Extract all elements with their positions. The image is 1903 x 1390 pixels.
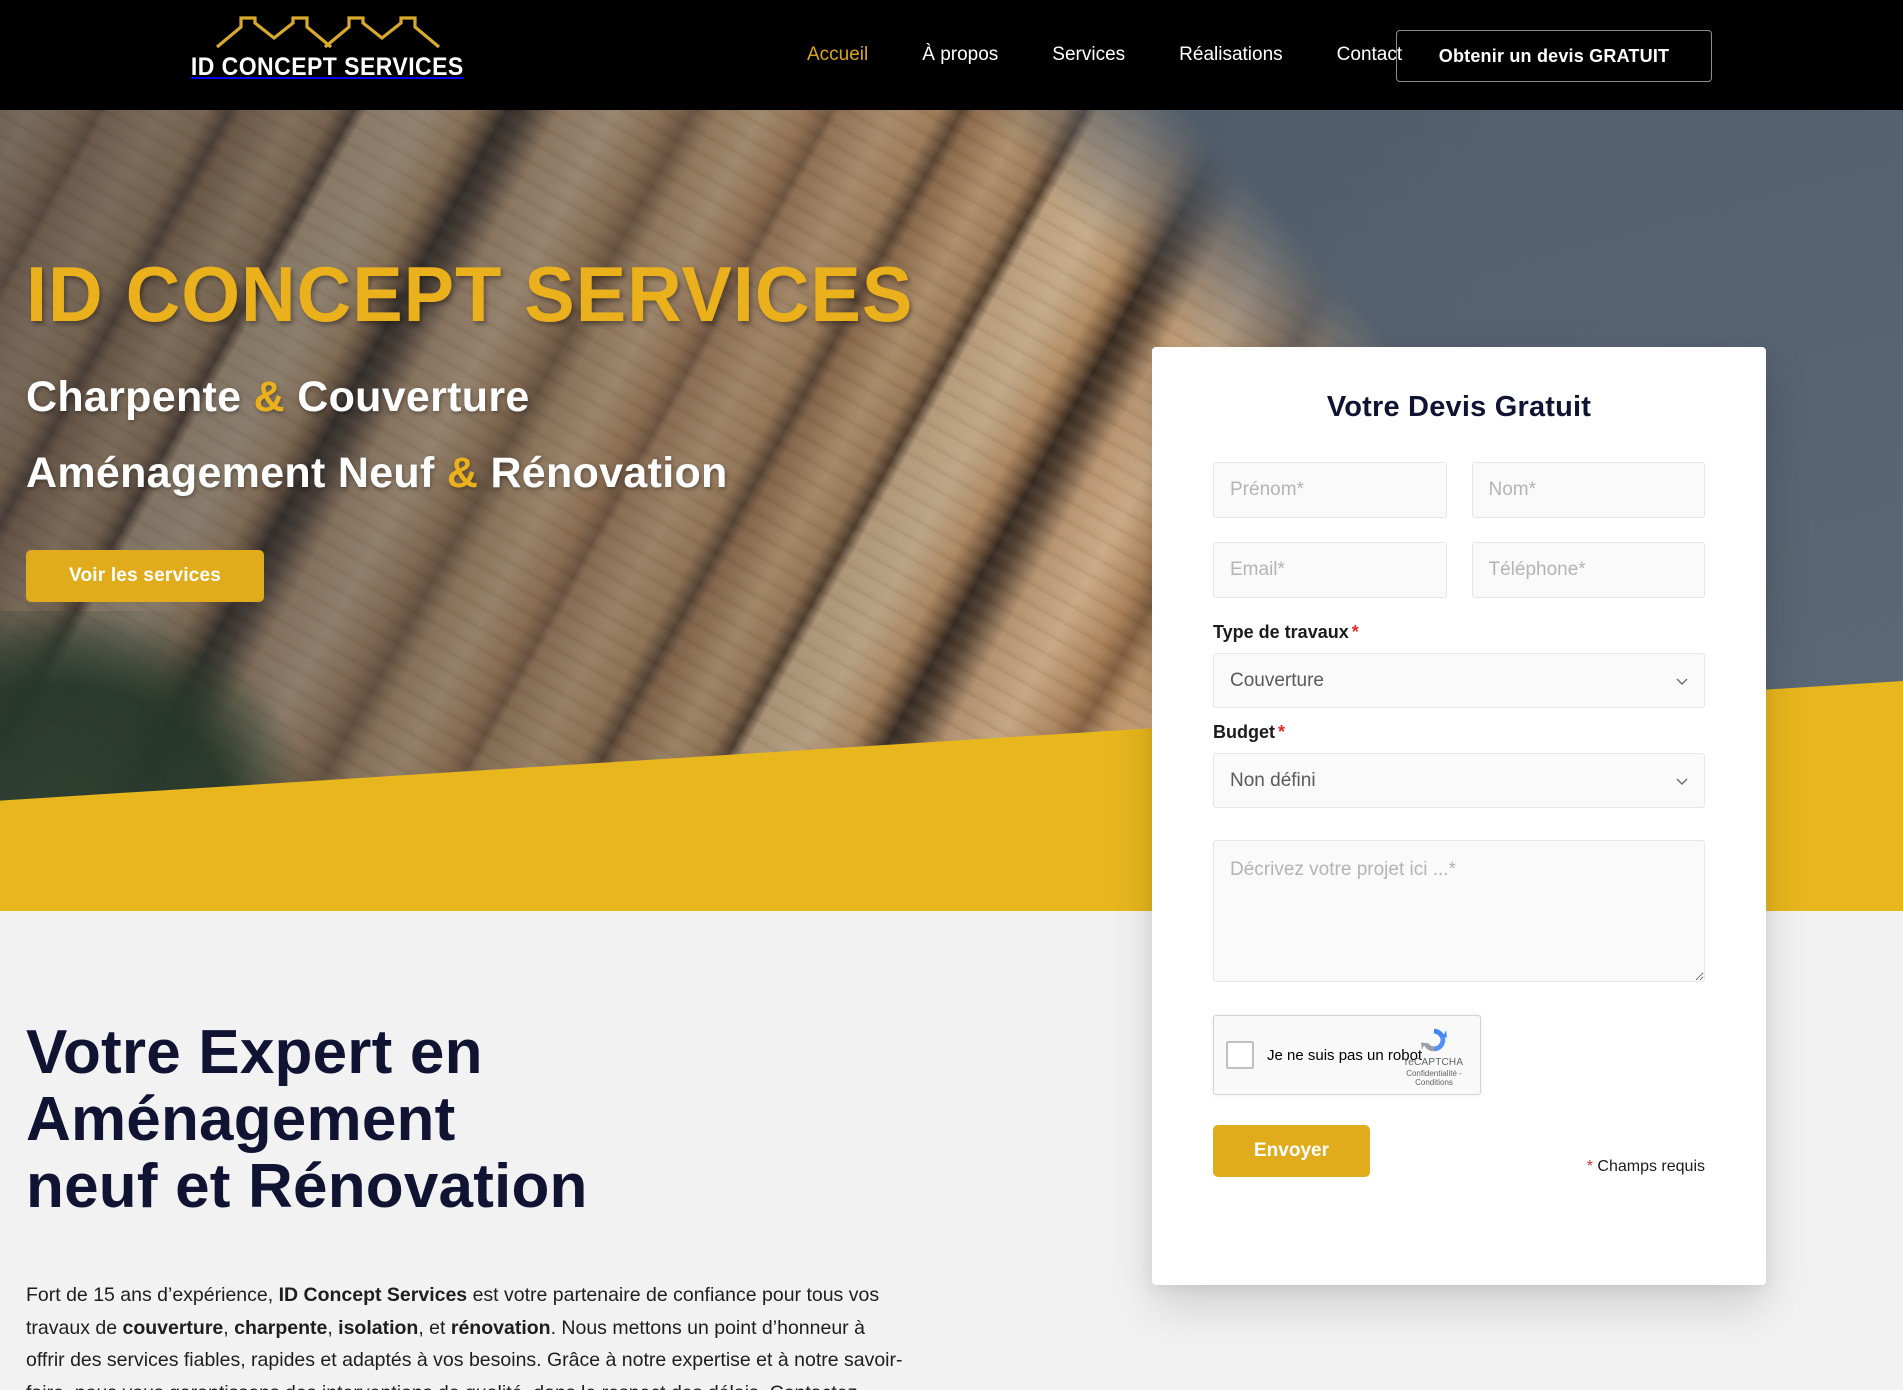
name-fields-row: [1213, 462, 1705, 518]
required-note-text: Champs requis: [1592, 1158, 1705, 1175]
submit-row: Envoyer * Champs requis: [1213, 1125, 1705, 1177]
budget-select[interactable]: Non défini: [1213, 753, 1705, 808]
about-section-title: Votre Expert en Aménagement neuf et Réno…: [26, 1018, 926, 1221]
recaptcha-branding: reCAPTCHA Confidentialité - Conditions: [1398, 1024, 1470, 1087]
about-p5: , et: [418, 1316, 451, 1339]
recaptcha-icon: [1421, 1028, 1447, 1052]
hero-title: ID CONCEPT SERVICES: [26, 250, 914, 338]
email-field-wrapper: [1213, 542, 1447, 598]
hero-subtitle-1-part-b: Couverture: [284, 373, 530, 421]
email-input[interactable]: [1213, 542, 1447, 598]
budget-label: Budget *: [1213, 722, 1705, 743]
about-p4: ,: [327, 1316, 339, 1339]
type-travaux-label-text: Type de travaux: [1213, 622, 1349, 642]
about-b5: rénovation: [450, 1316, 551, 1339]
type-travaux-required-mark: *: [1351, 622, 1359, 642]
about-p3: ,: [223, 1316, 235, 1339]
hero-subtitle-2: Aménagement Neuf & Rénovation: [26, 449, 941, 498]
recaptcha-checkbox[interactable]: [1226, 1041, 1254, 1069]
contact-fields-row: [1213, 542, 1705, 598]
quote-form-card: Votre Devis Gratuit Type de travaux* Cou…: [1152, 347, 1766, 1285]
prenom-input[interactable]: [1213, 462, 1447, 518]
hero-subtitle-2-part-b: Rénovation: [478, 449, 728, 497]
hero-subtitle-1-ampersand: &: [253, 373, 285, 421]
about-section-paragraph: Fort de 15 ans d’expérience, ID Concept …: [26, 1279, 906, 1390]
hero-subtitle-1: Charpente & Couverture: [26, 373, 941, 422]
submit-button[interactable]: Envoyer: [1213, 1125, 1370, 1177]
about-title-line-1: Votre Expert en Aménagement: [26, 1018, 483, 1154]
about-p1: Fort de 15 ans d’expérience,: [26, 1283, 279, 1306]
about-b4: isolation: [338, 1316, 419, 1339]
header-quote-button[interactable]: Obtenir un devis GRATUIT: [1396, 30, 1712, 82]
nav-item-accueil[interactable]: Accueil: [780, 44, 895, 66]
nav-item-services[interactable]: Services: [1025, 44, 1152, 66]
nav-item-a-propos[interactable]: À propos: [895, 44, 1025, 66]
type-travaux-label: Type de travaux *: [1213, 622, 1705, 643]
about-b1: ID Concept Services: [278, 1283, 468, 1306]
hero-subtitle-2-ampersand: &: [446, 449, 479, 497]
quote-form-title: Votre Devis Gratuit: [1326, 391, 1592, 423]
telephone-input[interactable]: [1471, 542, 1705, 598]
type-travaux-select-wrapper: Couverture: [1213, 653, 1705, 708]
recaptcha-brand-name: reCAPTCHA: [1404, 1057, 1464, 1068]
about-b3: charpente: [234, 1316, 328, 1339]
page-root: ID CONCEPT SERVICES Accueil À propos Ser…: [0, 0, 1903, 1390]
site-logo[interactable]: ID CONCEPT SERVICES: [191, 14, 463, 82]
nom-field-wrapper: [1471, 462, 1705, 518]
site-header: ID CONCEPT SERVICES Accueil À propos Ser…: [0, 0, 1903, 110]
main-navigation: Accueil À propos Services Réalisations C…: [780, 0, 1429, 110]
recaptcha-links[interactable]: Confidentialité - Conditions: [1398, 1069, 1470, 1087]
budget-select-wrapper: Non défini: [1213, 753, 1705, 808]
roof-outline-icon: [215, 16, 440, 49]
budget-label-text: Budget: [1213, 722, 1275, 742]
required-fields-note: * Champs requis: [1587, 1126, 1705, 1176]
hero-services-button[interactable]: Voir les services: [26, 550, 264, 602]
nav-item-realisations[interactable]: Réalisations: [1152, 44, 1310, 66]
prenom-field-wrapper: [1213, 462, 1447, 518]
telephone-field-wrapper: [1471, 542, 1705, 598]
about-title-line-2: neuf et Rénovation: [26, 1151, 588, 1221]
about-b2: couverture: [122, 1316, 224, 1339]
hero-subtitle-2-part-a: Aménagement Neuf: [26, 449, 447, 497]
hero-subtitle-1-part-a: Charpente: [26, 373, 254, 421]
project-description-textarea[interactable]: [1213, 840, 1705, 982]
nom-input[interactable]: [1471, 462, 1705, 518]
type-travaux-select[interactable]: Couverture: [1213, 653, 1705, 708]
about-section-inner: Votre Expert en Aménagement neuf et Réno…: [26, 1018, 926, 1390]
hero-content: ID CONCEPT SERVICES Charpente & Couvertu…: [26, 255, 941, 602]
logo-text: ID CONCEPT SERVICES: [191, 53, 464, 81]
budget-required-mark: *: [1278, 722, 1286, 742]
recaptcha-widget[interactable]: Je ne suis pas un robot reCAPTCHA Confid…: [1213, 1015, 1481, 1095]
